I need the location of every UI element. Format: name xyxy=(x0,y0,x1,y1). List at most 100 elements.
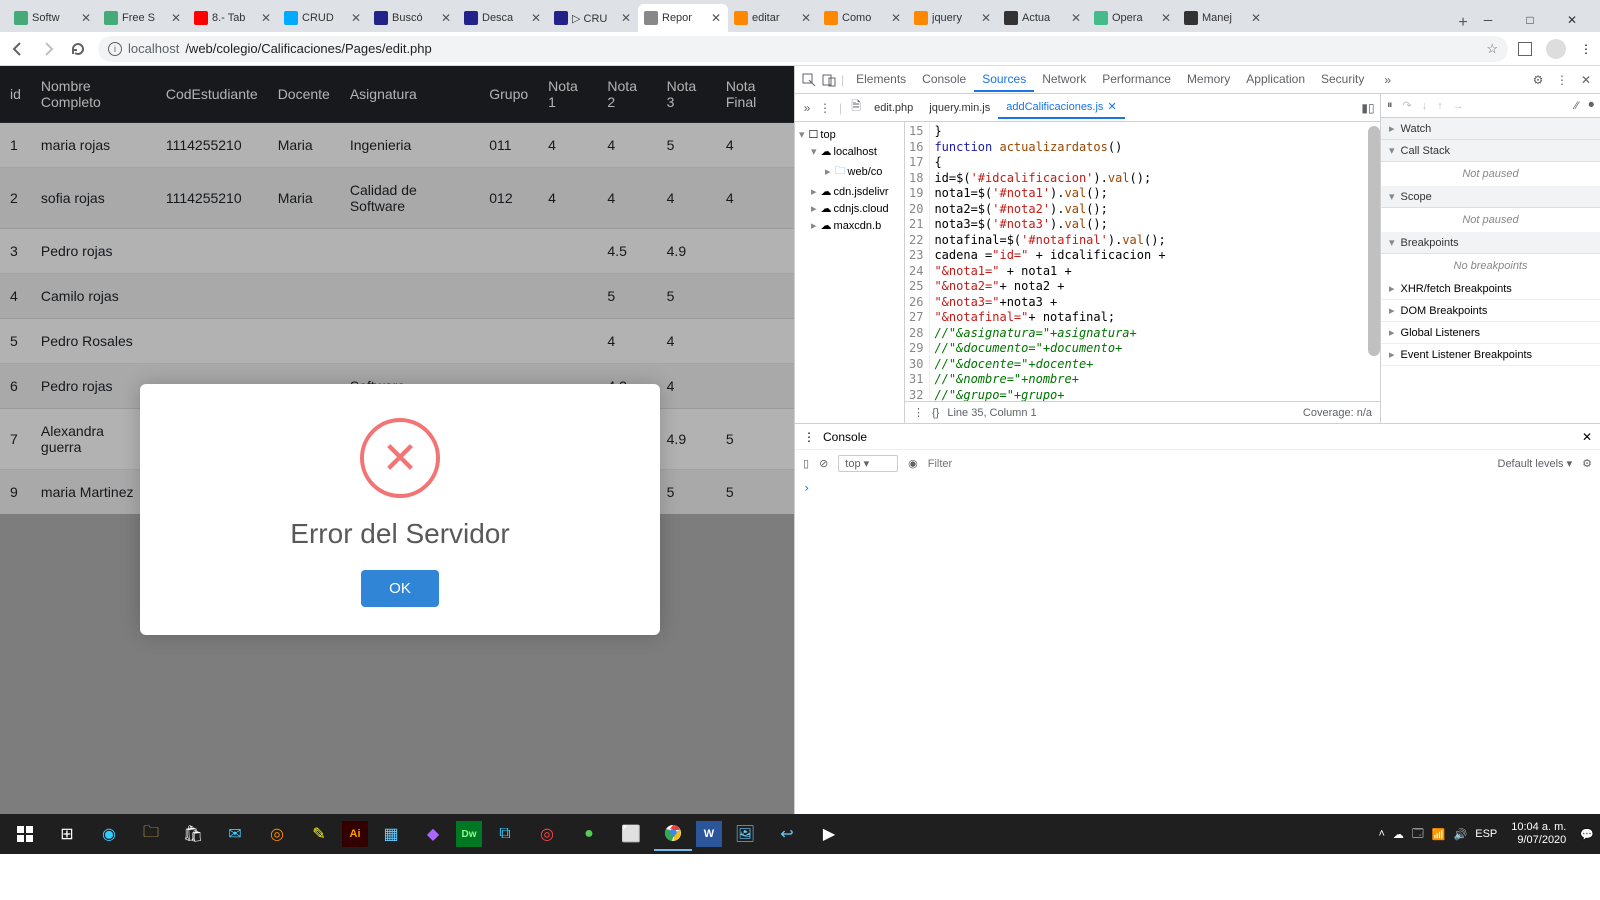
nav-back-button[interactable] xyxy=(8,39,28,59)
devtools-panel-tab[interactable]: Network xyxy=(1034,68,1094,92)
debugger-step-icon[interactable]: → xyxy=(1453,100,1464,112)
console-filter-input[interactable] xyxy=(928,458,1488,470)
xhr-breakpoints-header[interactable]: XHR/fetch Breakpoints xyxy=(1381,278,1600,300)
browser-tab[interactable]: Actua✕ xyxy=(998,4,1088,32)
new-tab-button[interactable]: + xyxy=(1450,14,1476,32)
tree-item[interactable]: ☁ maxcdn.b xyxy=(797,217,902,234)
taskbar-mail-icon[interactable]: ✉ xyxy=(216,817,254,851)
tray-language[interactable]: ESP xyxy=(1475,828,1497,840)
scope-panel-header[interactable]: Scope xyxy=(1381,186,1600,208)
taskbar-app-icon[interactable]: ● xyxy=(570,817,608,851)
taskbar-photos-icon[interactable]: 🖼 xyxy=(726,817,764,851)
taskbar-acrobat-icon[interactable]: ⬜ xyxy=(612,817,650,851)
taskbar-app-icon[interactable]: ✎ xyxy=(300,817,338,851)
console-drawer-menu-icon[interactable]: ⋮ xyxy=(803,430,815,444)
sources-file-tree[interactable]: ☐top ☁ localhost🗀 web/co☁ cdn.jsdelivr☁ … xyxy=(795,122,905,423)
breakpoints-panel-header[interactable]: Breakpoints xyxy=(1381,232,1600,254)
browser-tab[interactable]: Desca✕ xyxy=(458,4,548,32)
devtools-settings-icon[interactable]: ⚙ xyxy=(1530,72,1546,88)
tab-close-icon[interactable]: ✕ xyxy=(1071,11,1081,25)
sources-nav-icon[interactable]: » xyxy=(799,100,815,116)
browser-tab[interactable]: Como✕ xyxy=(818,4,908,32)
sources-menu-icon[interactable]: ⋮ xyxy=(817,100,833,116)
tab-close-icon[interactable]: ✕ xyxy=(891,11,901,25)
device-toolbar-icon[interactable] xyxy=(821,72,837,88)
window-maximize-button[interactable]: □ xyxy=(1518,8,1542,32)
browser-tab[interactable]: Manej✕ xyxy=(1178,4,1268,32)
global-listeners-header[interactable]: Global Listeners xyxy=(1381,322,1600,344)
nav-reload-button[interactable] xyxy=(68,39,88,59)
devtools-more-tabs[interactable]: » xyxy=(1376,69,1399,91)
browser-tab[interactable]: Repor✕ xyxy=(638,4,728,32)
browser-tab[interactable]: Buscó✕ xyxy=(368,4,458,32)
taskbar-office-icon[interactable]: ▦ xyxy=(372,817,410,851)
browser-tab[interactable]: 8.- Tab✕ xyxy=(188,4,278,32)
tab-close-icon[interactable]: ✕ xyxy=(1161,11,1171,25)
callstack-panel-header[interactable]: Call Stack xyxy=(1381,140,1600,162)
tab-close-icon[interactable]: ✕ xyxy=(1251,11,1261,25)
console-context-select[interactable]: top ▾ xyxy=(838,455,898,472)
tray-notifications-icon[interactable]: 💬 xyxy=(1580,828,1594,841)
toggle-sidebar-icon[interactable]: ▮▯ xyxy=(1360,100,1376,116)
tab-close-icon[interactable]: ✕ xyxy=(441,11,451,25)
tray-cloud-icon[interactable]: ☁ xyxy=(1393,828,1404,841)
tray-volume-icon[interactable]: 🔊 xyxy=(1454,828,1468,841)
url-box[interactable]: i localhost/web/colegio/Calificaciones/P… xyxy=(98,36,1508,62)
start-button[interactable] xyxy=(6,817,44,851)
tray-battery-icon[interactable]: 🗔 xyxy=(1412,825,1424,844)
debugger-pause-exceptions-icon[interactable]: ⏺ xyxy=(1589,99,1595,112)
source-file-tab[interactable]: jquery.min.js xyxy=(921,96,998,119)
inspect-element-icon[interactable] xyxy=(801,72,817,88)
taskbar-explorer-icon[interactable]: 🗀 xyxy=(132,817,170,851)
debugger-step-over-icon[interactable]: ↷ xyxy=(1403,99,1412,112)
tree-item[interactable]: ☁ cdn.jsdelivr xyxy=(797,183,902,200)
tab-close-icon[interactable]: ✕ xyxy=(711,11,721,25)
console-live-expression-icon[interactable]: ◉ xyxy=(908,457,918,470)
tray-wifi-icon[interactable]: 📶 xyxy=(1432,828,1446,841)
devtools-panel-tab[interactable]: Performance xyxy=(1094,68,1179,92)
console-sidebar-toggle-icon[interactable]: ▯ xyxy=(803,457,809,470)
tab-close-icon[interactable]: ✕ xyxy=(531,11,541,25)
console-levels-select[interactable]: Default levels ▾ xyxy=(1498,457,1573,470)
taskbar-dreamweaver-icon[interactable]: Dw xyxy=(456,821,482,847)
console-settings-icon[interactable]: ⚙ xyxy=(1582,457,1592,470)
window-close-button[interactable]: ✕ xyxy=(1560,8,1584,32)
tree-item[interactable]: ☁ localhost xyxy=(797,143,902,160)
extensions-icon[interactable] xyxy=(1518,42,1532,56)
taskbar-media-icon[interactable]: ▶ xyxy=(810,817,848,851)
tray-chevron-icon[interactable]: ˄ xyxy=(1378,828,1384,840)
devtools-close-icon[interactable]: ✕ xyxy=(1578,72,1594,88)
tab-close-icon[interactable]: ✕ xyxy=(81,11,91,25)
close-file-icon[interactable]: ✕ xyxy=(1107,100,1116,113)
tab-close-icon[interactable]: ✕ xyxy=(801,11,811,25)
dom-breakpoints-header[interactable]: DOM Breakpoints xyxy=(1381,300,1600,322)
tab-close-icon[interactable]: ✕ xyxy=(981,11,991,25)
tab-close-icon[interactable]: ✕ xyxy=(171,11,181,25)
console-drawer-label[interactable]: Console xyxy=(823,430,867,444)
chrome-menu-icon[interactable]: ⋮ xyxy=(1580,42,1592,56)
devtools-panel-tab[interactable]: Memory xyxy=(1179,68,1238,92)
browser-tab[interactable]: Softw✕ xyxy=(8,4,98,32)
site-info-icon[interactable]: i xyxy=(108,42,122,56)
taskbar-word-icon[interactable]: W xyxy=(696,821,722,847)
taskbar-vscode-icon[interactable]: ⧉ xyxy=(486,817,524,851)
nav-forward-button[interactable] xyxy=(38,39,58,59)
browser-tab[interactable]: Free S✕ xyxy=(98,4,188,32)
console-clear-icon[interactable]: ⊘ xyxy=(819,457,828,470)
profile-avatar[interactable] xyxy=(1546,39,1566,59)
console-drawer-close-icon[interactable]: ✕ xyxy=(1582,430,1592,444)
taskbar-store-icon[interactable]: 🛍 xyxy=(174,817,212,851)
taskbar-app-icon[interactable]: ◎ xyxy=(258,817,296,851)
devtools-panel-tab[interactable]: Security xyxy=(1313,68,1372,92)
taskbar-app-icon[interactable]: ◎ xyxy=(528,817,566,851)
taskbar-illustrator-icon[interactable]: Ai xyxy=(342,821,368,847)
tree-item[interactable]: ☁ cdnjs.cloud xyxy=(797,200,902,217)
taskbar-visualstudio-icon[interactable]: ◆ xyxy=(414,817,452,851)
tree-item[interactable]: 🗀 web/co xyxy=(797,160,902,183)
code-scrollbar[interactable] xyxy=(1368,126,1380,356)
source-file-tab[interactable]: edit.php xyxy=(866,96,921,119)
devtools-panel-tab[interactable]: Elements xyxy=(848,68,914,92)
bookmark-star-icon[interactable]: ☆ xyxy=(1486,41,1498,57)
modal-ok-button[interactable]: OK xyxy=(361,570,439,607)
browser-tab[interactable]: CRUD✕ xyxy=(278,4,368,32)
